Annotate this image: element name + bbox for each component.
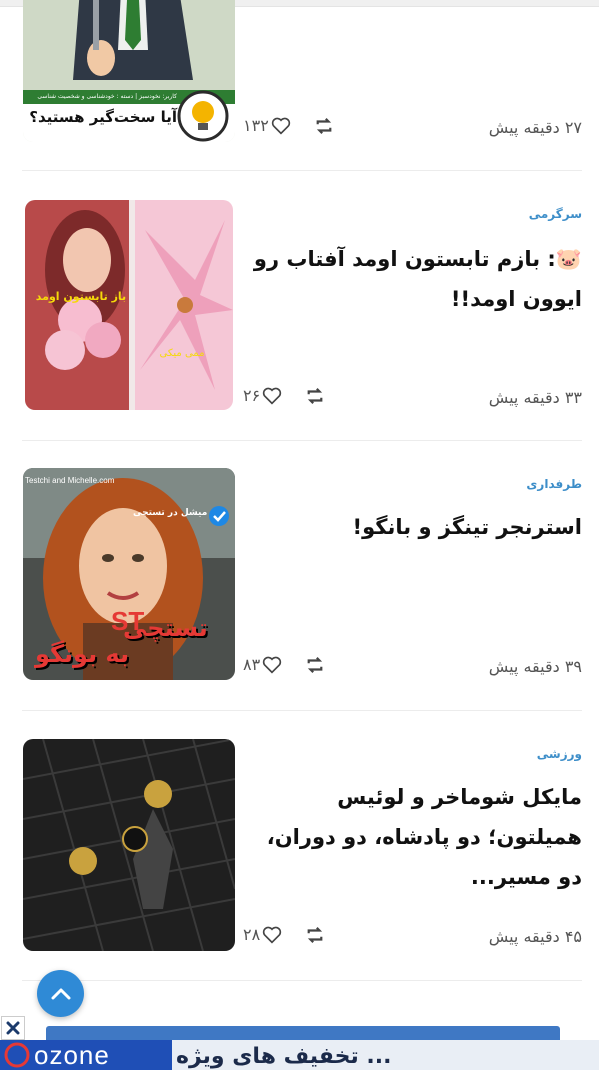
post-category[interactable]: ورزشی bbox=[537, 747, 582, 761]
like-count: ۸۳ bbox=[243, 655, 261, 674]
post-card[interactable]: ورزشی مایکل شوماخر و لوئیس همیلتون؛ دو پ… bbox=[0, 711, 599, 981]
post-title[interactable]: مایکل شوماخر و لوئیس همیلتون؛ دو پادشاه،… bbox=[247, 777, 582, 897]
post-stats: ۲۶ bbox=[243, 386, 326, 405]
ad-close-button[interactable] bbox=[1, 1016, 25, 1040]
thumbnail-watermark: Testchi and Michelle.com bbox=[25, 476, 115, 485]
post-title[interactable]: استرنجر تینگز و بانگو! bbox=[247, 507, 582, 547]
close-icon bbox=[6, 1021, 20, 1035]
repost-icon[interactable] bbox=[304, 926, 326, 944]
thumbnail-illustration bbox=[25, 200, 233, 410]
repost-icon[interactable] bbox=[304, 656, 326, 674]
thumbnail-logo-sub: به بونگو bbox=[35, 640, 129, 668]
post-thumbnail[interactable]: Testchi and Michelle.com میشل در تستچی S… bbox=[23, 468, 235, 680]
post-stats: ۱۳۲ bbox=[243, 116, 335, 135]
heart-icon[interactable] bbox=[271, 117, 291, 135]
repost-icon[interactable] bbox=[313, 117, 335, 135]
heart-icon[interactable] bbox=[262, 387, 282, 405]
ozone-logo-icon bbox=[4, 1042, 30, 1068]
thumbnail-subcaption: کاربر: نخودسبز | دسته : خودشناسی و شخصیت… bbox=[37, 93, 177, 100]
thumbnail-caption-right: ممی میکی bbox=[159, 348, 205, 359]
post-card[interactable]: Testchi and Michelle.com میشل در تستچی S… bbox=[0, 441, 599, 711]
post-card[interactable]: کاربر: نخودسبز | دسته : خودشناسی و شخصیت… bbox=[0, 0, 599, 170]
thumbnail-illustration bbox=[23, 739, 235, 951]
ad-text: ... تخفیف های ویژه bbox=[176, 1044, 392, 1069]
post-stats: ۲۸ bbox=[243, 925, 326, 944]
post-title-emoji: 🐷 bbox=[555, 247, 582, 271]
heart-icon[interactable] bbox=[262, 656, 282, 674]
post-category[interactable]: طرفداری bbox=[526, 477, 582, 491]
post-title-text: : بازم تابستون اومد آفتاب رو ایوون اومد!… bbox=[253, 247, 582, 311]
post-title[interactable]: 🐷: بازم تابستون اومد آفتاب رو ایوون اومد… bbox=[247, 239, 582, 319]
post-stats: ۸۳ bbox=[243, 655, 326, 674]
thumbnail-badge: میشل در تستچی bbox=[133, 508, 208, 518]
repost-icon[interactable] bbox=[304, 387, 326, 405]
post-time: ۴۵ دقیقه پیش bbox=[488, 927, 582, 946]
divider bbox=[22, 980, 582, 981]
post-thumbnail[interactable]: باز تابستون اومد ممی میکی bbox=[25, 200, 233, 410]
heart-icon[interactable] bbox=[262, 926, 282, 944]
like-count: ۱۳۲ bbox=[243, 116, 269, 135]
like-count: ۲۸ bbox=[243, 925, 261, 944]
post-category[interactable]: سرگرمی bbox=[529, 207, 582, 221]
ad-logo[interactable]: ozone bbox=[0, 1040, 172, 1070]
post-time: ۳۳ دقیقه پیش bbox=[488, 388, 582, 407]
post-thumbnail[interactable] bbox=[23, 739, 235, 951]
post-card[interactable]: باز تابستون اومد ممی میکی سرگرمی 🐷: بازم… bbox=[0, 171, 599, 441]
thumbnail-caption: آیا سخت‌گیر هستید؟ bbox=[29, 108, 177, 126]
ad-brand: ozone bbox=[34, 1039, 110, 1070]
post-thumbnail[interactable]: کاربر: نخودسبز | دسته : خودشناسی و شخصیت… bbox=[23, 0, 235, 142]
like-count: ۲۶ bbox=[243, 386, 261, 405]
scroll-to-top-button[interactable] bbox=[37, 970, 84, 1017]
chevron-up-icon bbox=[51, 988, 70, 999]
post-time: ۳۹ دقیقه پیش bbox=[488, 657, 582, 676]
thumbnail-caption-left: باز تابستون اومد bbox=[35, 290, 127, 303]
post-time: ۲۷ دقیقه پیش bbox=[488, 118, 582, 137]
thumbnail-logo: تستچی bbox=[123, 614, 208, 642]
